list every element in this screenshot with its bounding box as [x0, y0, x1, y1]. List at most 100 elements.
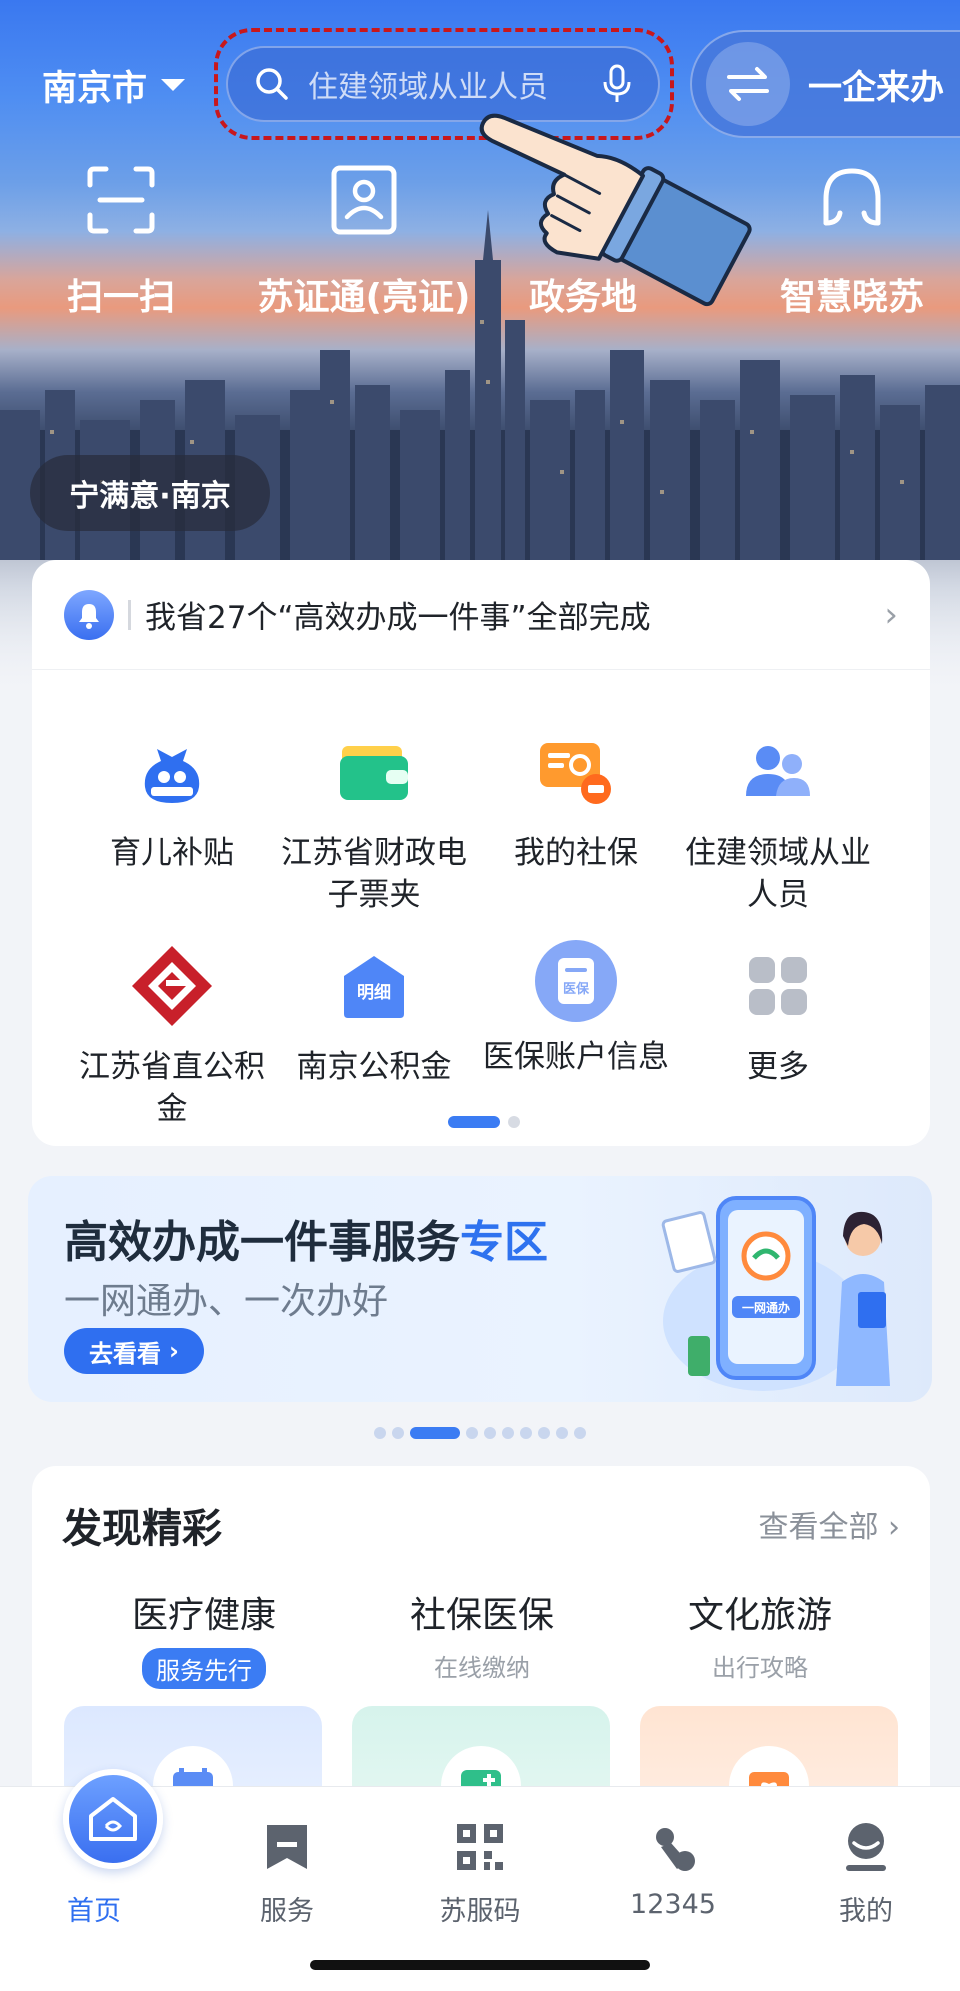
service-label: 我的社保 [514, 835, 638, 871]
assistant-icon [823, 168, 881, 226]
service-label: 更多 [747, 1049, 809, 1085]
more-grid-icon [732, 940, 824, 1032]
bell-icon [64, 589, 114, 640]
banner-dot [466, 1427, 478, 1439]
city-selector[interactable]: 南京市 [42, 60, 186, 110]
banner-dot-active [410, 1427, 460, 1439]
discover-tab-badge: 服务先行 [142, 1648, 266, 1689]
banner-dot [574, 1427, 586, 1439]
medical-insurance-icon: 医保 [535, 940, 617, 1022]
chevron-right-icon: › [169, 1337, 179, 1365]
people-icon [732, 726, 824, 818]
microphone-icon[interactable] [602, 64, 632, 104]
caret-down-icon [161, 79, 186, 91]
provident-fund-logo-icon [126, 940, 218, 1032]
tab-label: 苏服码 [439, 1896, 521, 1927]
tab-profile[interactable]: 我的 [791, 1817, 941, 1928]
service-e-invoice-wallet[interactable]: 江苏省财政电子票夹 [274, 726, 474, 916]
pointing-hand-icon [479, 113, 752, 307]
discover-tab-subtitle: 在线缴纳 [434, 1654, 530, 1682]
id-card-icon [331, 165, 397, 235]
childcare-subsidy-icon [126, 726, 218, 818]
tab-label: 12345 [630, 1889, 716, 1920]
service-label: 江苏省财政电子票夹 [281, 835, 467, 913]
service-label: 医保账户信息 [483, 1039, 669, 1075]
banner-go-label: 去看看 [89, 1339, 162, 1368]
promo-banner[interactable]: 高效办成一件事服务专区 一网通办、一次办好 去看看 › 一网通办 [28, 1176, 932, 1402]
banner-dot [520, 1427, 532, 1439]
banner-illustration: 一网通办 [661, 1196, 890, 1391]
banner-page-indicator [374, 1427, 586, 1439]
page-dot [508, 1116, 520, 1128]
search-placeholder: 住建领域从业人员 [308, 70, 548, 105]
social-security-icon [530, 726, 622, 818]
service-icon [267, 1825, 307, 1869]
discover-title: 发现精彩 [62, 1506, 222, 1552]
chevron-right-icon: › [888, 1510, 900, 1545]
home-icon [63, 1769, 163, 1869]
banner-title: 高效办成一件事服务专区 [64, 1206, 548, 1270]
city-name: 南京市 [42, 68, 148, 109]
discover-tab-health[interactable]: 医疗健康 服务先行 [84, 1586, 324, 1689]
services-card: 我省27个“高效办成一件事”全部完成 › 育儿补贴 江苏省财政电子票夹 我的社保… [32, 560, 930, 1146]
chevron-right-icon: › [884, 594, 898, 635]
service-label: 育儿补贴 [110, 835, 234, 871]
service-childcare-subsidy[interactable]: 育儿补贴 [72, 726, 272, 874]
quick-action-assistant[interactable]: 智慧晓苏 [737, 160, 960, 320]
view-all-label: 查看全部 [758, 1510, 879, 1545]
house-detail-icon: 明细 [328, 940, 420, 1032]
banner-dot [374, 1427, 386, 1439]
wallet-icon [328, 726, 420, 818]
page-indicator [448, 1116, 520, 1128]
service-medical-insurance[interactable]: 医保 医保账户信息 [476, 940, 676, 1078]
tab-service[interactable]: 服务 [212, 1817, 362, 1928]
banner-title-main: 高效办成一件事服务 [64, 1217, 460, 1268]
banner-dot [502, 1427, 514, 1439]
enterprise-label: 一企来办 [808, 67, 944, 108]
banner-dot [538, 1427, 550, 1439]
tab-hotline[interactable]: 12345 [598, 1817, 748, 1920]
notice-text: 我省27个“高效办成一件事”全部完成 [145, 600, 651, 636]
service-label: 南京公积金 [296, 1049, 452, 1085]
discover-tab-subtitle: 出行攻略 [712, 1654, 808, 1682]
page-dot-active [448, 1116, 500, 1128]
tab-label: 首页 [67, 1896, 121, 1927]
service-label: 江苏省直公积金 [79, 1049, 265, 1127]
banner-go-button[interactable]: 去看看 › [64, 1328, 204, 1374]
banner-subtitle: 一网通办、一次办好 [64, 1281, 389, 1322]
discover-tab-social-insurance[interactable]: 社保医保 在线缴纳 [362, 1586, 602, 1683]
scan-icon [87, 166, 155, 234]
medical-insurance-icon-text: 医保 [563, 981, 590, 997]
banner-title-highlight: 专区 [460, 1217, 548, 1268]
discover-tab-title: 社保医保 [409, 1595, 554, 1636]
view-all-link[interactable]: 查看全部 › [758, 1502, 900, 1546]
banner-dot [484, 1427, 496, 1439]
discover-tab-culture-travel[interactable]: 文化旅游 出行攻略 [640, 1586, 880, 1683]
notice-bar[interactable]: 我省27个“高效办成一件事”全部完成 › [32, 560, 930, 670]
divider [128, 599, 131, 630]
discover-tab-title: 文化旅游 [687, 1595, 832, 1636]
quick-action-label: 扫一扫 [66, 277, 175, 318]
tab-label: 服务 [260, 1896, 314, 1927]
home-indicator [310, 1960, 650, 1970]
service-nanjing-provident-fund[interactable]: 明细 南京公积金 [274, 940, 474, 1088]
hero-tag[interactable]: 宁满意·南京 [30, 455, 270, 531]
qr-code-icon [457, 1824, 503, 1870]
quick-action-label: 智慧晓苏 [779, 277, 924, 318]
banner-art-text: 一网通办 [742, 1300, 790, 1315]
tab-home[interactable]: 首页 [19, 1769, 169, 1928]
banner-dot [392, 1427, 404, 1439]
hotline-icon [656, 1828, 695, 1871]
tab-qr-code[interactable]: 苏服码 [405, 1817, 555, 1928]
discover-tab-title: 医疗健康 [131, 1595, 276, 1636]
quick-action-scan[interactable]: 扫一扫 [6, 160, 236, 320]
tab-label: 我的 [839, 1896, 893, 1927]
profile-icon [846, 1823, 886, 1871]
service-provincial-provident-fund[interactable]: 江苏省直公积金 [72, 940, 272, 1130]
service-label: 住建领域从业人员 [685, 835, 871, 913]
service-more[interactable]: 更多 [678, 940, 878, 1088]
service-social-security[interactable]: 我的社保 [476, 726, 676, 874]
search-icon [256, 68, 288, 100]
service-construction-personnel[interactable]: 住建领域从业人员 [678, 726, 878, 916]
house-detail-icon-text: 明细 [357, 982, 391, 1003]
